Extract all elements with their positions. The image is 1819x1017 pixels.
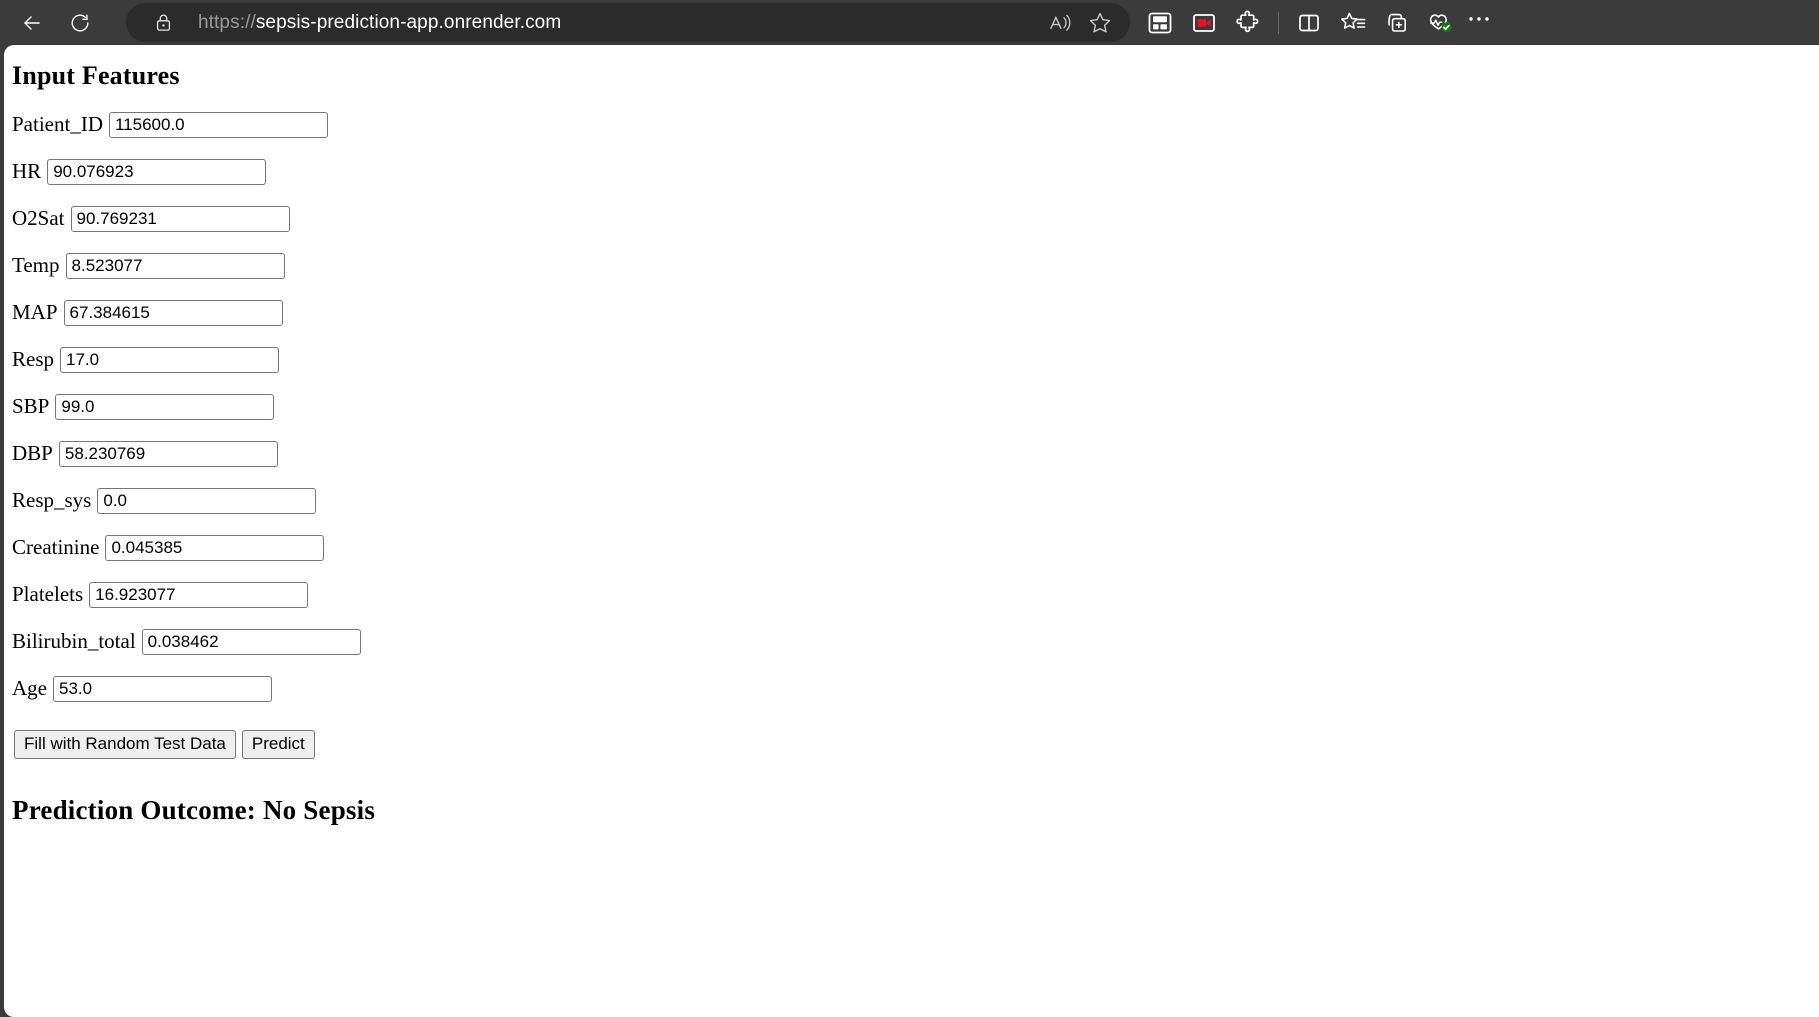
picture-in-picture-icon xyxy=(1148,12,1172,33)
field-row: HR xyxy=(12,158,1819,185)
read-aloud-button[interactable] xyxy=(1040,4,1080,42)
field-input-map[interactable] xyxy=(63,299,283,326)
field-input-o2sat[interactable] xyxy=(70,205,290,232)
screen-recorder-icon xyxy=(1193,13,1215,32)
add-favorite-button[interactable] xyxy=(1080,4,1120,42)
predict-button[interactable]: Predict xyxy=(241,729,315,759)
toolbar-extension-icons xyxy=(1138,3,1495,42)
split-screen-button[interactable] xyxy=(1287,3,1331,42)
url-text: https://sepsis-prediction-app.onrender.c… xyxy=(198,12,561,34)
read-aloud-icon xyxy=(1049,14,1070,31)
prediction-outcome-heading: Prediction Outcome: No Sepsis xyxy=(12,794,376,825)
browser-essentials-icon xyxy=(1429,13,1452,32)
field-label-map: MAP xyxy=(12,300,58,325)
field-input-bilirubin-total[interactable] xyxy=(141,628,361,655)
ellipsis-icon xyxy=(1469,16,1489,21)
field-row: MAP xyxy=(12,299,1819,326)
settings-and-more-button[interactable] xyxy=(1463,3,1495,42)
picture-in-picture-button[interactable] xyxy=(1138,3,1182,42)
lock-icon xyxy=(146,6,180,40)
fill-random-test-data-button[interactable]: Fill with Random Test Data xyxy=(14,729,236,759)
collections-add-icon xyxy=(1387,13,1406,32)
field-input-platelets[interactable] xyxy=(89,581,309,608)
star-favorite-icon xyxy=(1089,12,1111,33)
extensions-button[interactable] xyxy=(1226,3,1270,42)
address-bar-actions xyxy=(1040,4,1130,42)
extensions-puzzle-icon xyxy=(1236,10,1259,32)
field-label-temp: Temp xyxy=(12,253,60,278)
browser-essentials-button[interactable] xyxy=(1419,3,1463,42)
field-label-hr: HR xyxy=(12,159,42,184)
back-arrow-icon xyxy=(24,15,40,30)
field-row: Bilirubin_total xyxy=(12,628,1819,655)
url-scheme: https:// xyxy=(198,11,256,33)
page-viewport: Input Features Patient_ID HR O2Sat Temp MAP R… xyxy=(4,45,1819,1017)
sepsis-prediction-form: Input Features Patient_ID HR O2Sat Temp MAP R… xyxy=(4,45,1819,1017)
favorites-button[interactable] xyxy=(1331,3,1375,42)
field-input-creatinine[interactable] xyxy=(105,534,325,561)
field-label-age: Age xyxy=(12,676,47,701)
back-button[interactable] xyxy=(12,3,52,43)
field-label-bilirubin-total: Bilirubin_total xyxy=(12,629,136,654)
refresh-button[interactable] xyxy=(60,3,100,43)
field-label-o2sat: O2Sat xyxy=(12,206,65,231)
field-row: Age xyxy=(12,675,1819,702)
collections-button[interactable] xyxy=(1375,3,1419,42)
favorites-list-icon xyxy=(1341,12,1366,29)
field-label-sbp: SBP xyxy=(12,394,50,419)
split-screen-icon xyxy=(1299,14,1319,31)
field-row: DBP xyxy=(12,440,1819,467)
field-row: Creatinine xyxy=(12,534,1819,561)
field-input-patient-id[interactable] xyxy=(108,111,328,138)
refresh-icon xyxy=(71,14,89,31)
form-actions: Fill with Random Test Data Predict xyxy=(12,729,1819,759)
field-input-resp-sys[interactable] xyxy=(97,487,317,514)
field-input-age[interactable] xyxy=(53,675,272,702)
field-label-creatinine: Creatinine xyxy=(12,535,100,560)
field-label-patient-id: Patient_ID xyxy=(12,112,103,137)
field-input-temp[interactable] xyxy=(65,252,285,279)
field-row: Resp_sys xyxy=(12,487,1819,514)
field-label-resp: Resp xyxy=(12,347,54,372)
field-row: Resp xyxy=(12,346,1819,373)
toolbar-divider xyxy=(1278,11,1279,34)
field-row: Temp xyxy=(12,252,1819,279)
field-label-dbp: DBP xyxy=(12,441,53,466)
screen-recorder-button[interactable] xyxy=(1182,3,1226,42)
field-input-hr[interactable] xyxy=(47,158,267,185)
url-host: sepsis-prediction-app.onrender.com xyxy=(255,11,562,33)
field-row: SBP xyxy=(12,393,1819,420)
field-input-sbp[interactable] xyxy=(55,393,275,420)
field-row: O2Sat xyxy=(12,205,1819,232)
field-label-platelets: Platelets xyxy=(12,582,84,607)
field-input-resp[interactable] xyxy=(60,346,279,373)
address-bar[interactable]: https://sepsis-prediction-app.onrender.c… xyxy=(126,3,1130,42)
field-row: Platelets xyxy=(12,581,1819,608)
browser-toolbar: https://sepsis-prediction-app.onrender.c… xyxy=(0,0,1819,45)
browser-window: https://sepsis-prediction-app.onrender.c… xyxy=(0,0,1819,1017)
field-row: Patient_ID xyxy=(12,111,1819,138)
field-input-dbp[interactable] xyxy=(58,440,278,467)
field-label-resp-sys: Resp_sys xyxy=(12,488,92,513)
page-title: Input Features xyxy=(12,61,180,90)
input-fields-container: Patient_ID HR O2Sat Temp MAP Resp SBP DBP Resp_s… xyxy=(12,111,1819,702)
